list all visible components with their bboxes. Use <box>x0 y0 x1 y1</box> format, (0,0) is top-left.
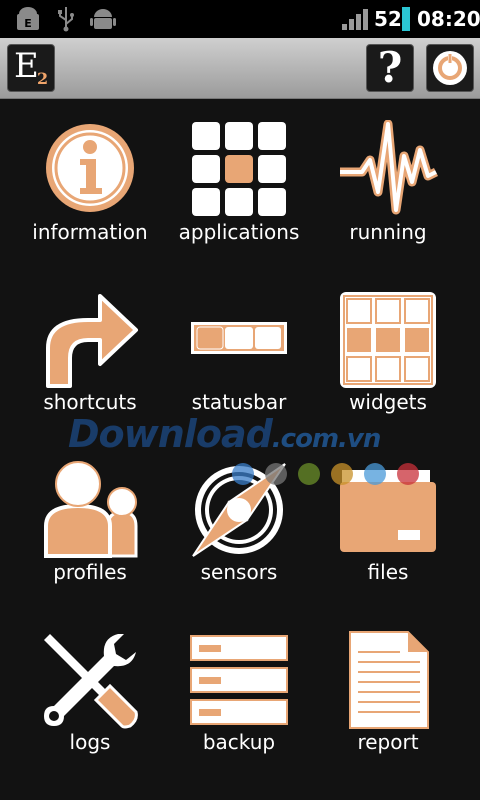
information-icon <box>46 124 134 212</box>
help-button[interactable]: ? <box>366 43 414 92</box>
watermark-dot <box>265 463 287 485</box>
android-debug-icon: E <box>17 7 39 30</box>
tile-label: report <box>357 730 419 754</box>
power-icon <box>433 51 467 85</box>
watermark: Download.com.vn <box>68 412 428 456</box>
logo-letter: E <box>14 46 39 86</box>
battery-level: 52 <box>374 7 402 31</box>
tile-label: widgets <box>349 390 427 414</box>
profiles-people-icon <box>44 461 138 558</box>
tools-icon <box>44 634 138 729</box>
widgets-grid-icon <box>340 292 436 388</box>
tile-label: applications <box>178 220 300 244</box>
tile-label: profiles <box>53 560 127 584</box>
logo-subscript: 2 <box>37 69 49 88</box>
android-icon <box>90 9 116 29</box>
watermark-text: Download <box>68 412 273 456</box>
tile-label: files <box>367 560 409 584</box>
tile-profiles[interactable]: profiles <box>15 460 165 620</box>
app-logo-icon[interactable]: E 2 <box>7 44 55 92</box>
tile-label: running <box>349 220 427 244</box>
tile-backup[interactable]: backup <box>164 630 314 790</box>
svg-text:E: E <box>24 17 32 30</box>
tile-label: sensors <box>200 560 278 584</box>
arrow-shortcut-icon <box>46 294 138 388</box>
watermark-suffix: .com.vn <box>271 424 382 454</box>
tile-logs[interactable]: logs <box>15 630 165 790</box>
status-bar: E 52 08:20 <box>0 0 480 38</box>
activity-wave-icon <box>340 120 438 215</box>
battery-icon <box>402 7 410 31</box>
tile-label: information <box>32 220 148 244</box>
watermark-dot <box>364 463 386 485</box>
tile-label: backup <box>202 730 276 754</box>
toolbar: E 2 ? <box>0 38 480 99</box>
watermark-dots <box>232 463 422 485</box>
backup-stack-icon <box>190 635 288 725</box>
document-icon <box>349 631 429 729</box>
power-button[interactable] <box>426 44 474 92</box>
clock: 08:20 <box>417 7 480 31</box>
watermark-dot <box>232 463 254 485</box>
tile-information[interactable]: information <box>15 120 165 280</box>
signal-icon <box>342 9 368 30</box>
tile-running[interactable]: running <box>313 120 463 280</box>
tile-label: logs <box>69 730 111 754</box>
help-icon: ? <box>377 43 403 92</box>
tile-label: shortcuts <box>43 390 137 414</box>
tile-applications[interactable]: applications <box>164 120 314 280</box>
watermark-dot <box>298 463 320 485</box>
watermark-dot <box>331 463 353 485</box>
applications-grid-icon <box>192 122 286 216</box>
tile-label: statusbar <box>191 390 287 414</box>
watermark-dot <box>397 463 419 485</box>
tile-report[interactable]: report <box>313 630 463 790</box>
statusbar-icon <box>191 322 287 354</box>
usb-icon <box>58 7 74 32</box>
